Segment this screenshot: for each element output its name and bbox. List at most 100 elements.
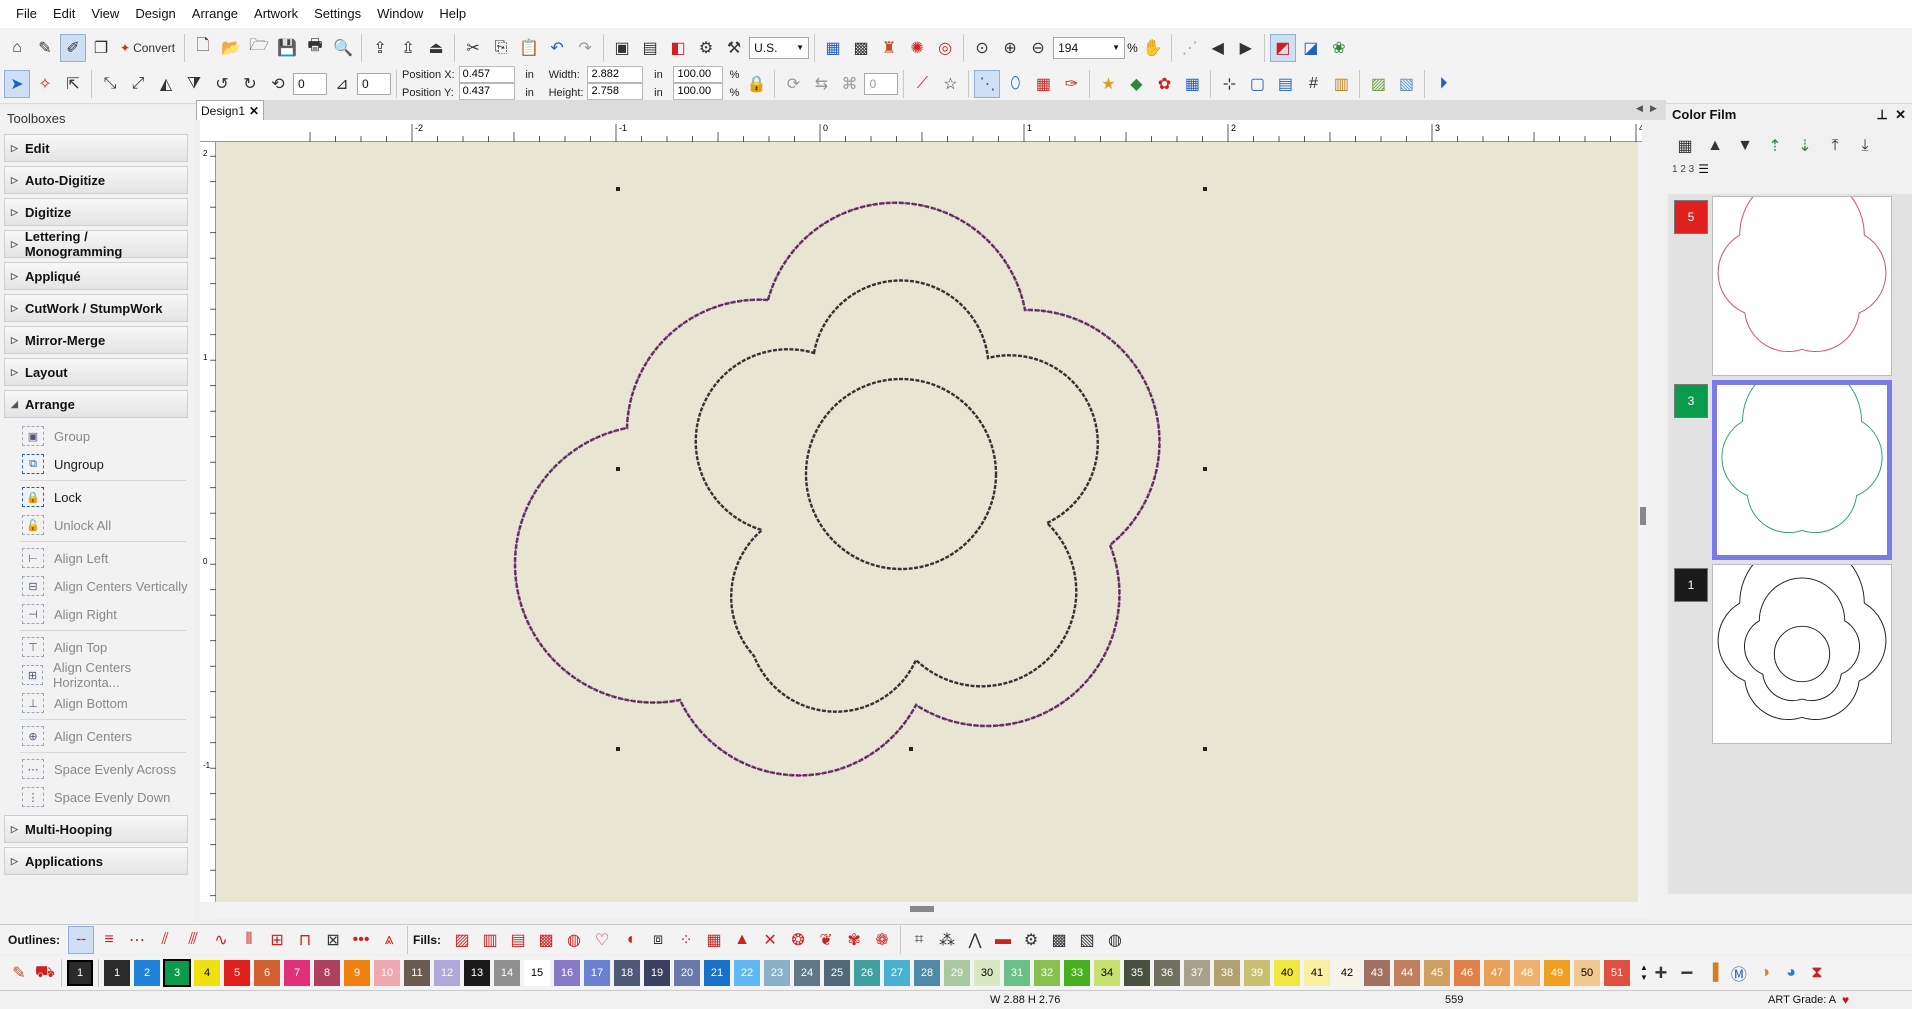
sequence-list-icon[interactable]: ☰ (1698, 162, 1709, 176)
arrange-unlock-all[interactable]: 🔓 Unlock All (0, 511, 194, 539)
settings-gear-icon[interactable]: ⚙ (693, 34, 719, 62)
overlap-icon[interactable]: ❐ (88, 34, 114, 62)
toolbox-cutwork-stumpwork[interactable]: ▷ CutWork / StumpWork (4, 294, 188, 322)
menu-arrange[interactable]: Arrange (184, 0, 246, 28)
open-recent-icon[interactable]: 🗁 (246, 34, 272, 62)
rotate-right-45-icon[interactable]: ↻ (237, 70, 263, 98)
arrange-align-centers-horizonta[interactable]: ⊞ Align Centers Horizonta... (0, 660, 194, 690)
arrange-align-right[interactable]: ⊣ Align Right (0, 600, 194, 628)
fill-gear-icon[interactable]: ⚙ (1018, 926, 1044, 954)
thread-swatch[interactable]: 22 (734, 960, 760, 986)
thread-swatch[interactable]: 14 (494, 960, 520, 986)
home-icon[interactable]: ⌂ (4, 34, 30, 62)
slant-icon[interactable]: ⊿ (329, 70, 355, 98)
artwork-mode-icon[interactable]: ✐ (60, 33, 86, 62)
fill-shaded-icon[interactable]: ▧ (1074, 926, 1100, 954)
position-x-input[interactable] (458, 65, 515, 83)
fill-hatch-icon[interactable]: ⌗ (906, 926, 932, 954)
arrange-align-centers-vertically[interactable]: ⊟ Align Centers Vertically (0, 572, 194, 600)
convert-button[interactable]: ✦ Convert (116, 34, 179, 62)
stitch-line-icon[interactable]: ⟋ (909, 70, 935, 98)
disabled-input[interactable]: 0 (864, 72, 899, 95)
horizontal-scrollbar[interactable] (216, 902, 1648, 918)
fill-triangles-icon[interactable]: ▲ (729, 926, 755, 954)
bean-stitch-icon[interactable]: ⫻ (180, 926, 206, 954)
menu-artwork[interactable]: Artwork (246, 0, 306, 28)
hash-grid-icon[interactable]: # (1300, 70, 1326, 98)
fill-globe-icon[interactable]: ◍ (1102, 926, 1128, 954)
star-outline-icon[interactable]: ☆ (937, 70, 963, 98)
fill-crosses-icon[interactable]: ✕ (757, 926, 783, 954)
thread-swatch[interactable]: 13 (464, 960, 490, 986)
ebroidery-e-stitch-icon[interactable]: ⊓ (292, 926, 318, 954)
pin-icon[interactable]: ⊥ (1877, 107, 1888, 122)
thread-swatch[interactable]: 8 (314, 960, 340, 986)
toolbox-digitize[interactable]: ▷ Digitize (4, 198, 188, 226)
scroll-up-icon[interactable]: ▲ (1640, 963, 1648, 973)
hoop-rotate-icon[interactable]: ⟳ (780, 70, 806, 98)
table-icon[interactable]: ▤ (1272, 70, 1298, 98)
toolbox-lettering-monogramming[interactable]: ▷ Lettering / Monogramming (4, 229, 188, 259)
point-select-icon[interactable]: ⇱ (60, 70, 86, 98)
menu-help[interactable]: Help (431, 0, 474, 28)
fill-satin-icon[interactable]: ▨ (449, 926, 475, 954)
motif-stitch-icon[interactable]: ⩓ (376, 926, 402, 954)
flower-icon[interactable]: ✿ (1151, 70, 1177, 98)
menu-window[interactable]: Window (369, 0, 431, 28)
bead-stitch-icon[interactable]: ••• (348, 926, 374, 954)
fill-feather-icon[interactable]: ⁂ (934, 926, 960, 954)
height-input[interactable] (587, 82, 644, 100)
color-chart-icon[interactable]: ◧ (665, 34, 691, 62)
target-icon[interactable]: ◎ (932, 34, 958, 62)
thread-swatch[interactable]: 27 (884, 960, 910, 986)
vertical-scrollbar[interactable] (1638, 142, 1648, 902)
running-stitch-icon[interactable]: ⋱ (974, 69, 1001, 98)
thread-swatch[interactable]: 11 (404, 960, 430, 986)
edit-mode-icon[interactable]: ✎ (32, 34, 58, 62)
hoop-flip-icon[interactable]: ⇆ (808, 70, 834, 98)
stitch-player-icon[interactable]: ⋰ (1177, 34, 1203, 62)
save-icon[interactable]: 💾 (274, 34, 300, 62)
fill-columns-icon[interactable]: ▤ (505, 926, 531, 954)
move-up-icon[interactable]: ▲ (1702, 132, 1728, 160)
reshape-icon[interactable]: ✧ (32, 70, 58, 98)
thread-swatch[interactable]: 18 (614, 960, 640, 986)
arrange-space-evenly-down[interactable]: ⋮ Space Evenly Down (0, 783, 194, 811)
vertical-scroll-thumb[interactable] (1640, 507, 1646, 525)
mirror-vertical-icon[interactable]: ⧩ (181, 70, 207, 98)
thread-swatch[interactable]: 35 (1124, 960, 1150, 986)
copy-icon[interactable]: ⎘ (488, 34, 514, 62)
add-color-icon[interactable]: + (1648, 959, 1674, 987)
thread-swatch[interactable]: 39 (1244, 960, 1270, 986)
shapes-icon[interactable]: ◆ (1123, 70, 1149, 98)
rotate-left-45-icon[interactable]: ↺ (209, 70, 235, 98)
fill-lattice-icon[interactable]: ⧈ (645, 926, 671, 954)
thread-swatch[interactable]: 29 (944, 960, 970, 986)
brush-icon[interactable]: ✑ (1058, 70, 1084, 98)
close-icon[interactable]: ✕ (249, 104, 259, 118)
rotate-angle-input[interactable]: 0 (293, 72, 327, 95)
move-bottom-icon[interactable]: ⤓ (1852, 132, 1878, 160)
position-y-input[interactable] (458, 82, 515, 100)
thread-swatch[interactable]: 3 (163, 959, 191, 987)
arrange-align-bottom[interactable]: ⊥ Align Bottom (0, 689, 194, 717)
thread-swatch[interactable]: 10 (374, 960, 400, 986)
toolbox-layout[interactable]: ▷ Layout (4, 358, 188, 386)
slant-angle-input[interactable]: 0 (357, 72, 391, 95)
scale-width-input[interactable] (673, 65, 724, 83)
inner-circle-outline[interactable] (804, 377, 998, 571)
print-preview-icon[interactable]: 🔍 (330, 34, 356, 62)
thread-swatch[interactable]: 47 (1484, 960, 1510, 986)
arrange-align-centers[interactable]: ⊕ Align Centers (0, 722, 194, 750)
toolbox-arrange[interactable]: ◢ Arrange (4, 390, 188, 418)
thread-swatch[interactable]: 38 (1214, 960, 1240, 986)
thread-swatch[interactable]: 48 (1514, 960, 1540, 986)
add-point-icon[interactable]: ⊹ (1216, 70, 1242, 98)
thread-swatch[interactable]: 33 (1064, 960, 1090, 986)
paint-bucket-icon[interactable]: ⛟ (32, 959, 58, 987)
thread-swatch[interactable]: 19 (644, 960, 670, 986)
toolbox-appliqu[interactable]: ▷ Appliqué (4, 262, 188, 290)
width-input[interactable] (587, 65, 644, 83)
fill-radial-icon[interactable]: ◍ (561, 926, 587, 954)
fill-texture-icon[interactable]: ▩ (1046, 926, 1072, 954)
